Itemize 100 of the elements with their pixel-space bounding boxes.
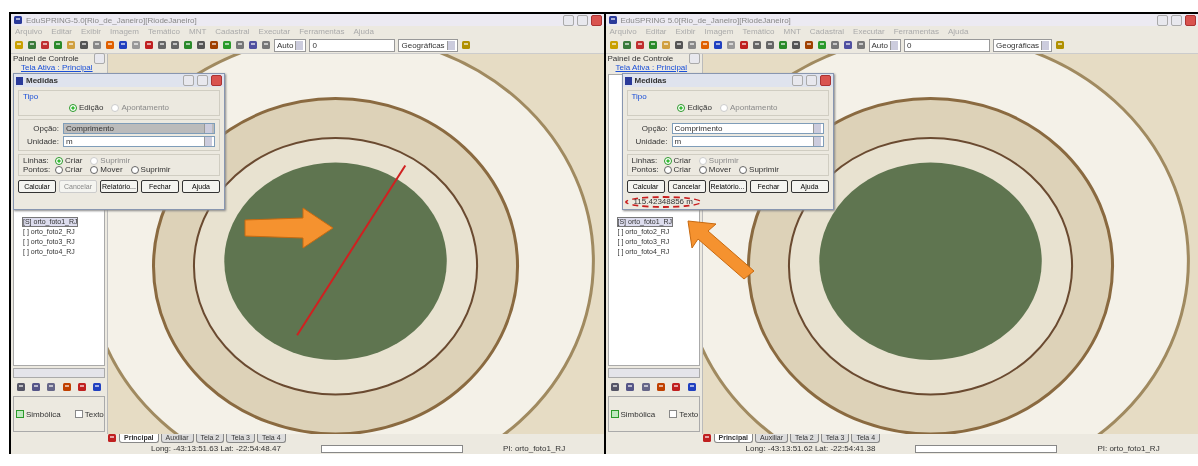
close-button[interactable] [590,14,602,26]
dialog-title: Medidas [26,76,59,85]
window-title: EduSPRING-5.0[Rio_de_Janeiro][RiodeJaneiro] [26,15,198,25]
tool-icon[interactable] [196,40,206,50]
radio-option[interactable]: Edição [677,103,712,112]
tab-nav-icon[interactable] [701,433,712,443]
tool-icon[interactable] [816,40,827,50]
value-field[interactable]: 0 [309,38,396,52]
tool-icon[interactable] [634,40,645,50]
tool-icon[interactable] [27,40,37,50]
radio-option[interactable]: Mover [698,165,732,174]
scale-dropdown[interactable]: Auto [868,38,901,52]
radio-option[interactable]: Suprimir [130,165,171,174]
tool-icon[interactable] [647,40,658,50]
radio-option[interactable]: Criar [663,156,691,165]
panel-tool-icon[interactable] [92,382,103,392]
checkbox-label: Texto [679,409,699,419]
tool-icon[interactable] [144,40,154,50]
tool-icon[interactable] [829,40,840,50]
tool-icon[interactable] [673,40,684,50]
panel-tool-icon[interactable] [610,382,621,392]
panel-tool-icon[interactable] [686,382,697,392]
checkbox-label: Simbólica [26,409,61,419]
projection-dropdown[interactable]: Geográficas [992,38,1053,52]
row-label: Pontos: [631,165,656,174]
checkbox[interactable] [16,410,24,418]
panel-tool-icon[interactable] [656,382,667,392]
panel-tool-icon[interactable] [31,382,41,392]
tool-icon[interactable] [803,40,814,50]
close-button[interactable] [211,75,222,86]
panel-tool-icon[interactable] [46,382,57,392]
dropdown-field[interactable]: Comprimento [671,123,824,134]
tool-icon[interactable] [751,40,762,50]
tool-icon[interactable] [855,40,866,50]
dropdown-field[interactable]: m [63,136,215,147]
layer-text: PI: orto_foto1_RJ [1097,444,1160,453]
dialog-icon [624,76,632,85]
close-button[interactable] [1185,14,1196,26]
group-title: Tipo [631,92,648,101]
active-screen-link[interactable]: Tela Ativa : Principal [11,63,103,72]
radio-option[interactable]: Criar [55,156,83,165]
panel-tool-icon[interactable] [61,382,72,392]
app-icon [13,15,23,25]
help-icon[interactable] [1055,40,1066,50]
app-icon [607,15,618,25]
tool-icon[interactable] [738,40,749,50]
field-label: Unidade: [634,137,668,146]
tool-icon[interactable] [764,40,775,50]
dropdown-field[interactable]: m [671,136,824,147]
tool-icon[interactable] [261,40,271,50]
tool-icon[interactable] [105,40,115,50]
field-label: Opção: [32,124,59,133]
tool-icon[interactable] [842,40,853,50]
panel-tool-icon[interactable] [671,382,682,392]
horizontal-scrollbar[interactable] [13,368,105,378]
tool-icon[interactable] [777,40,788,50]
tool-icon[interactable] [92,40,102,50]
panel-title: Painel de Controle [607,54,674,63]
radio-option[interactable]: Criar [55,165,83,174]
result-text: 115.42348856 m [633,197,693,206]
tool-icon[interactable] [686,40,697,50]
close-button[interactable] [819,75,831,86]
panel-tool-icon[interactable] [15,382,26,392]
tool-icon[interactable] [235,40,245,50]
coordinates-text: Long: -43:13:51.62 Lat: -22:54:41.38 [745,444,876,453]
help-icon[interactable] [460,40,471,50]
tool-icon[interactable] [712,40,723,50]
tab-nav-icon[interactable] [107,433,117,443]
panel-tool-icon[interactable] [625,382,636,392]
tool-icon[interactable] [79,40,89,50]
tool-icon[interactable] [170,40,180,50]
radio-option[interactable]: Mover [90,165,123,174]
dialog-icon [16,76,23,85]
tool-icon[interactable] [248,40,258,50]
tool-icon[interactable] [699,40,710,50]
panel-tool-icon[interactable] [640,382,651,392]
projection-dropdown[interactable]: Geográficas [398,38,458,52]
horizontal-scrollbar[interactable] [607,368,700,378]
radio-option[interactable]: Edição [68,103,104,112]
tool-icon[interactable] [118,40,128,50]
tool-icon[interactable] [183,40,193,50]
tool-icon[interactable] [790,40,801,50]
row-label: Linhas: [23,156,47,165]
panel-tool-icon[interactable] [76,382,87,392]
tool-icon[interactable] [222,40,232,50]
active-screen-link[interactable]: Tela Ativa : Principal [605,63,698,72]
tool-icon[interactable] [157,40,167,50]
dropdown-field[interactable]: Comprimento [63,123,215,134]
scale-dropdown[interactable]: Auto [274,38,307,52]
tool-icon[interactable] [53,40,63,50]
value-field[interactable]: 0 [903,38,990,52]
tool-icon[interactable] [209,40,219,50]
tool-icon[interactable] [621,40,632,50]
checkbox-label: Texto [84,409,104,419]
checkbox[interactable] [74,410,83,418]
checkbox[interactable] [669,410,678,418]
radio-option[interactable]: Suprimir [739,165,779,174]
radio-option[interactable]: Criar [663,165,691,174]
tool-icon[interactable] [40,40,50,50]
checkbox[interactable] [610,410,619,418]
